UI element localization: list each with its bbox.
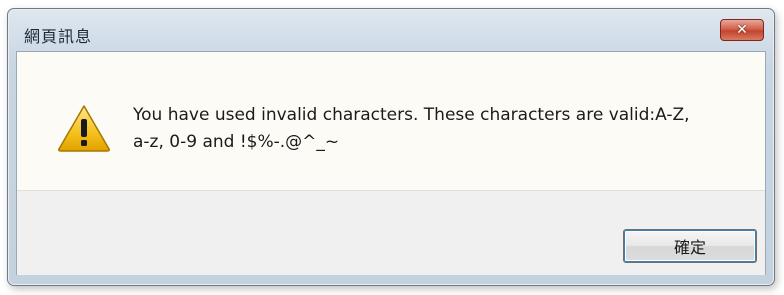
title-bar[interactable]: 網頁訊息 ✕ [8, 9, 774, 49]
message-dialog: 網頁訊息 ✕ You have used invalid characters.… [7, 8, 775, 286]
close-icon: ✕ [736, 22, 748, 38]
button-bar: 確定 [17, 190, 765, 275]
close-button[interactable]: ✕ [720, 19, 764, 41]
dialog-client-area: You have used invalid characters. These … [16, 51, 766, 275]
message-text: You have used invalid characters. These … [133, 105, 690, 152]
window-title: 網頁訊息 [24, 27, 93, 46]
ok-button[interactable]: 確定 [623, 229, 757, 263]
message-area: You have used invalid characters. These … [17, 52, 765, 190]
warning-icon [58, 105, 110, 152]
